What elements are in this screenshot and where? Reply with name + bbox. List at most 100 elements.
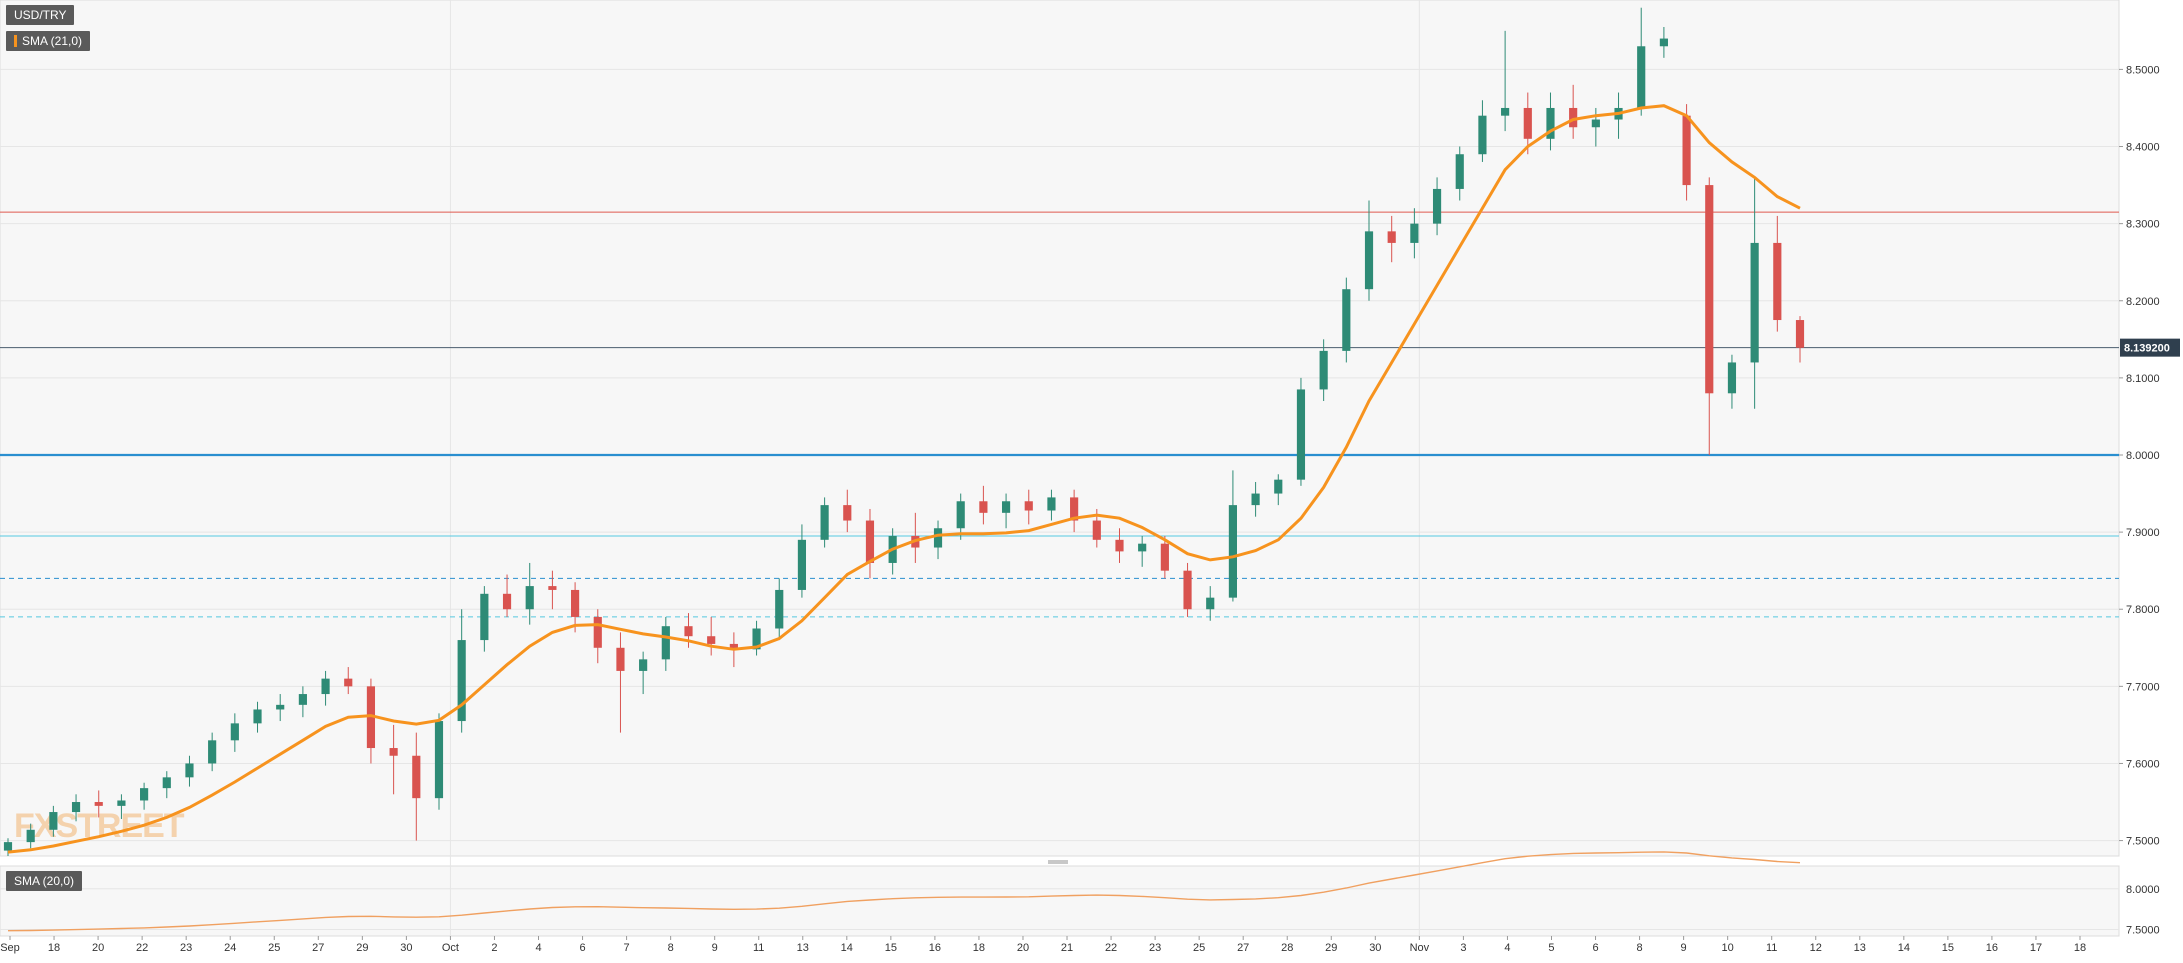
- x-tick-label: 3: [1460, 942, 1466, 954]
- candle-body: [253, 709, 262, 724]
- y-tick-label: 8.2000: [2126, 296, 2160, 308]
- candle-body: [1478, 115, 1487, 155]
- candle-body: [548, 586, 557, 590]
- candle-body: [865, 520, 875, 563]
- x-tick-label: 2: [491, 942, 497, 954]
- x-tick-label: 23: [180, 942, 192, 954]
- candle-body: [616, 647, 625, 671]
- watermark: FXSTREET: [14, 807, 185, 845]
- y-tick-label: 7.6000: [2126, 758, 2160, 770]
- candle-body: [480, 593, 489, 641]
- candle-body: [71, 802, 81, 813]
- y-tick-label: 8.0000: [2126, 450, 2160, 462]
- candle-body: [1206, 597, 1215, 610]
- candle-body: [1591, 119, 1600, 128]
- candle-body: [298, 694, 307, 705]
- candle-body: [639, 659, 648, 671]
- y-tick-label: 8.5000: [2126, 64, 2160, 76]
- x-tick-label: Oct: [442, 942, 459, 954]
- x-tick-label: 21: [1061, 942, 1073, 954]
- x-tick-label: 28: [1281, 942, 1293, 954]
- sma-main-legend[interactable]: SMA (21,0): [6, 31, 91, 51]
- sub-plot-background: [0, 865, 2120, 937]
- x-tick-label: 23: [1149, 942, 1161, 954]
- x-tick-label: 24: [224, 942, 236, 954]
- candle-body: [1410, 223, 1419, 243]
- x-tick-label: 29: [356, 942, 368, 954]
- x-tick-label: 13: [797, 942, 809, 954]
- x-tick-label: 12: [1810, 942, 1822, 954]
- x-tick-label: 8: [668, 942, 674, 954]
- candle-body: [956, 501, 965, 529]
- y-tick-label: 7.7000: [2126, 681, 2160, 693]
- x-tick-label: 10: [1722, 942, 1734, 954]
- candle-body: [117, 800, 126, 806]
- sub-y-tick-label: 8.0000: [2126, 884, 2160, 896]
- x-tick-label: 18: [2074, 942, 2086, 954]
- x-tick-label: 14: [1898, 942, 1910, 954]
- candle-body: [933, 528, 943, 548]
- candle-body: [502, 593, 512, 610]
- chart-root: FXSTREET 7.5000 7.6000 7.7000 7.8000 7.9000 8…: [0, 0, 2183, 958]
- candle-body: [1183, 570, 1192, 610]
- candle-body: [321, 678, 330, 695]
- chart-svg: FXSTREET 7.5000 7.6000 7.7000 7.8000 7.9000 8…: [0, 0, 2180, 954]
- candle-body: [1024, 501, 1033, 511]
- candle-body: [230, 723, 239, 741]
- candle-body: [1251, 493, 1260, 506]
- candle-body: [1160, 543, 1169, 571]
- sma-sub-legend-text: SMA (20,0): [14, 874, 75, 888]
- candle-body: [1727, 362, 1737, 394]
- x-tick-label: 9: [712, 942, 718, 954]
- symbol-label: USD/TRY: [6, 5, 75, 25]
- candle-body: [208, 740, 217, 764]
- candle-body: [26, 829, 35, 843]
- y-tick-label: 7.8000: [2126, 604, 2160, 616]
- main-plot-background: [0, 0, 2120, 857]
- candle-body: [684, 626, 693, 637]
- x-tick-label: 4: [535, 942, 541, 954]
- x-tick-label: 6: [1592, 942, 1598, 954]
- y-tick-label: 8.3000: [2126, 219, 2160, 231]
- x-tick-label: 27: [312, 942, 324, 954]
- candle-body: [1342, 289, 1351, 351]
- candle-body: [1364, 231, 1374, 290]
- x-axis: Sep 18 20 22 23 24 25 27 29 30 Oct 2 4 6 7 8 9 11 13 14 15 16…: [0, 936, 2086, 954]
- sub-y-tick-label: 7.5000: [2126, 924, 2160, 936]
- candle-body: [707, 636, 716, 644]
- candle-body: [389, 748, 398, 756]
- y-tick-label: 8.4000: [2126, 142, 2160, 154]
- candle-body: [1795, 320, 1805, 348]
- candle-body: [1750, 242, 1759, 363]
- x-tick-label: 29: [1325, 942, 1337, 954]
- candle-body: [797, 539, 807, 590]
- candle-body: [1274, 479, 1283, 494]
- candle-body: [276, 704, 285, 710]
- candle-body: [49, 812, 58, 830]
- x-tick-label: 30: [1369, 942, 1381, 954]
- pane-resize-handle[interactable]: [1048, 860, 1068, 864]
- x-tick-label: 13: [1854, 942, 1866, 954]
- candle-body: [1001, 501, 1011, 513]
- x-tick-label: 11: [753, 942, 764, 954]
- candle-body: [1773, 242, 1782, 321]
- candle-body: [1319, 350, 1328, 390]
- candle-body: [1138, 543, 1147, 552]
- x-tick-label: 14: [841, 942, 853, 954]
- x-tick-label: 8: [1637, 942, 1643, 954]
- candle-body: [593, 616, 602, 648]
- x-tick-label: 22: [136, 942, 148, 954]
- candle-body: [3, 842, 13, 851]
- sma-sub-legend[interactable]: SMA (20,0): [6, 871, 83, 891]
- x-tick-label: 17: [2030, 942, 2042, 954]
- sma-main-swatch: [14, 35, 17, 47]
- candle-body: [843, 505, 852, 521]
- x-tick-label: 7: [624, 942, 630, 954]
- candle-body: [434, 721, 444, 799]
- x-tick-label: 20: [92, 942, 104, 954]
- candle-body: [525, 586, 534, 610]
- candle-body: [1501, 107, 1510, 116]
- candle-body: [1637, 46, 1646, 108]
- candle-body: [1092, 520, 1101, 540]
- candle-body: [94, 802, 103, 806]
